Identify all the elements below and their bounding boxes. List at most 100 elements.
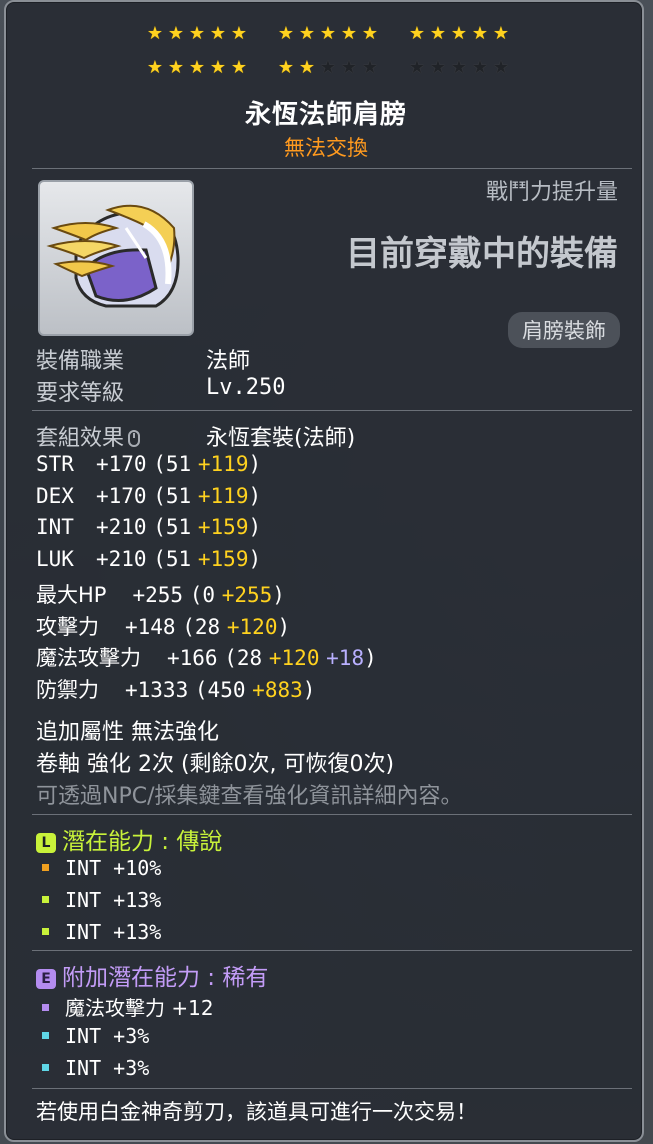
star-filled-icon: ★	[146, 23, 164, 44]
stat-bonus: +120	[268, 646, 320, 671]
star-row-1: ★ ★ ★ ★ ★ ★ ★ ★ ★ ★ ★ ★ ★ ★ ★	[146, 20, 526, 48]
stat-name: INT	[36, 515, 74, 540]
star-filled-icon: ★	[298, 57, 316, 78]
divider	[32, 950, 632, 951]
stat-base: (450	[194, 677, 246, 702]
star-filled-icon: ★	[471, 23, 489, 44]
star-filled-icon: ★	[146, 57, 164, 78]
stat-line: 最大HP +255 (0 +255)	[36, 579, 285, 609]
stat-line: 攻擊力 +148 (28 +120)	[36, 611, 290, 641]
potential-text: 魔法攻擊力 +12	[65, 996, 214, 1020]
stat-line: LUK +210 (51 +159)	[36, 547, 261, 571]
bullet-icon	[42, 896, 49, 903]
bullet-icon	[42, 1004, 49, 1011]
stat-total: +170	[96, 483, 147, 508]
potential-line: INT +13%	[42, 888, 161, 912]
stat-bonus: +255	[221, 582, 273, 607]
star-group: ★ ★ ★ ★ ★	[408, 59, 513, 77]
star-filled-icon: ★	[298, 23, 316, 44]
stat-base: (51	[153, 515, 192, 540]
scissors-hint: 若使用白金神奇剪刀，該道具可進行一次交易！	[36, 1100, 477, 1124]
stat-total: +148	[125, 614, 176, 639]
potential-header: L 潛在能力 : 傳說	[36, 822, 222, 856]
star-filled-icon: ★	[167, 57, 185, 78]
bullet-icon	[42, 1032, 49, 1039]
stat-close: )	[248, 483, 262, 508]
mage-shoulder-icon	[46, 204, 180, 308]
star-empty-icon: ★	[361, 57, 379, 78]
stat-bonus: +159	[197, 515, 249, 540]
stat-line: 防禦力 +1333 (450 +883)	[36, 674, 315, 704]
star-filled-icon: ★	[230, 23, 248, 44]
stat-bonus: +119	[197, 483, 249, 508]
stat-close: )	[364, 646, 377, 671]
set-effect[interactable]: 套組效果 永恆套裝(法師)	[36, 420, 355, 452]
stat-close: )	[248, 547, 262, 572]
star-empty-icon: ★	[408, 57, 426, 78]
requirement-job: 裝備職業 法師	[36, 343, 250, 375]
star-filled-icon: ★	[188, 23, 206, 44]
stat-bonus: +883	[252, 677, 303, 702]
potential-title: 潛在能力 : 傳說	[62, 829, 223, 855]
star-filled-icon: ★	[209, 23, 227, 44]
star-group: ★ ★ ★ ★ ★	[277, 25, 382, 43]
stat-bonus: +159	[197, 547, 249, 572]
additional-potential-title: 附加潛在能力 : 稀有	[62, 965, 269, 991]
star-group: ★ ★ ★ ★ ★	[408, 25, 513, 43]
star-filled-icon: ★	[340, 23, 358, 44]
enhance-hint: 可透過NPC/採集鍵查看強化資訊詳細內容。	[36, 784, 463, 809]
stat-total: +255	[132, 582, 184, 607]
additional-attribute: 追加屬性 無法強化	[36, 720, 219, 745]
bullet-icon	[42, 1064, 49, 1071]
star-filled-icon: ★	[230, 57, 248, 78]
star-filled-icon: ★	[188, 57, 206, 78]
star-empty-icon: ★	[450, 57, 468, 78]
stat-name: LUK	[36, 547, 74, 572]
star-filled-icon: ★	[209, 57, 227, 78]
stat-name: 魔法攻擊力	[36, 646, 141, 671]
stat-base: (51	[153, 452, 192, 476]
potential-line: INT +10%	[42, 856, 161, 880]
star-group: ★ ★ ★ ★ ★	[277, 59, 382, 77]
stat-total: +166	[167, 646, 218, 671]
trade-status: 無法交換	[284, 136, 368, 160]
requirement-level: 要求等級 Lv.250	[36, 375, 285, 407]
potential-text: INT +10%	[65, 856, 162, 880]
stat-bonus: +119	[197, 452, 249, 476]
stat-base: (51	[153, 547, 192, 572]
star-filled-icon: ★	[277, 57, 295, 78]
divider	[32, 1088, 632, 1089]
stat-total: +210	[96, 547, 147, 572]
divider	[32, 814, 632, 815]
stat-total: +1333	[125, 677, 189, 702]
requirement-label: 裝備職業	[36, 349, 125, 374]
stat-name: 防禦力	[36, 677, 99, 702]
stat-base: (28	[182, 614, 221, 639]
stat-close: )	[277, 614, 291, 639]
star-force: ★ ★ ★ ★ ★ ★ ★ ★ ★ ★ ★ ★ ★ ★ ★ ★ ★ ★ ★ ★ ★ ★ ★ ★ ★ ★ ★ ★ ★ ★	[146, 20, 526, 88]
star-row-2: ★ ★ ★ ★ ★ ★ ★ ★ ★ ★ ★ ★ ★ ★ ★	[146, 54, 526, 82]
star-empty-icon: ★	[471, 57, 489, 78]
potential-text: INT +3%	[65, 1024, 150, 1048]
divider	[32, 410, 632, 411]
stat-name: 攻擊力	[36, 614, 99, 639]
additional-potential-header: E 附加潛在能力 : 稀有	[36, 958, 268, 992]
potential-line: INT +13%	[42, 920, 161, 944]
star-filled-icon: ★	[167, 23, 185, 44]
equipped-status: 目前穿戴中的裝備	[346, 234, 618, 274]
stat-close: )	[248, 452, 262, 476]
requirement-label: 要求等級	[36, 381, 125, 406]
star-empty-icon: ★	[319, 57, 337, 78]
set-effect-label: 套組效果	[36, 426, 125, 451]
stat-line: STR +170 (51 +119)	[36, 452, 261, 476]
stat-line: INT +210 (51 +159)	[36, 515, 261, 539]
divider	[32, 168, 632, 169]
star-filled-icon: ★	[361, 23, 379, 44]
stat-close: )	[272, 582, 285, 607]
legendary-tier-icon: L	[36, 833, 56, 853]
item-icon-box	[38, 180, 194, 336]
stat-close: )	[248, 515, 262, 540]
star-group: ★ ★ ★ ★ ★	[146, 25, 251, 43]
stat-line: DEX +170 (51 +119)	[36, 484, 261, 508]
stat-line: 魔法攻擊力 +166 (28 +120 +18)	[36, 642, 377, 672]
